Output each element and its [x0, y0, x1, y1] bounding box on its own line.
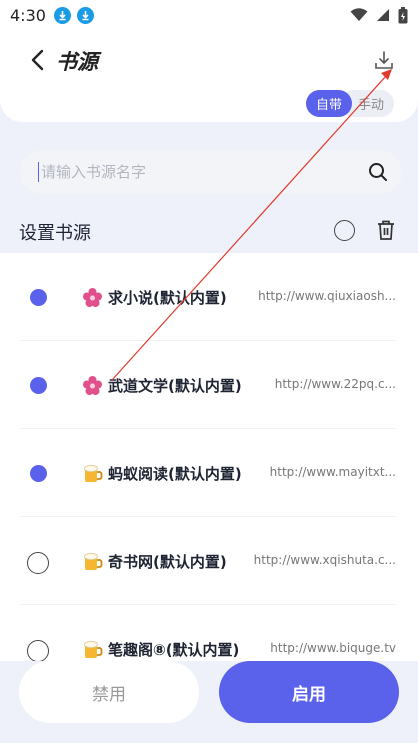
source-name: 笔趣阁⑧(默认内置) [108, 641, 240, 659]
disable-button[interactable]: 禁用 [19, 661, 199, 723]
battery-icon [398, 6, 408, 23]
bottom-action-bar: 禁用 启用 [0, 661, 418, 743]
flower-icon [83, 288, 102, 307]
search-input[interactable] [41, 163, 368, 181]
tab-builtin[interactable]: 自带 [306, 90, 353, 117]
beer-mug-icon [84, 640, 103, 658]
flower-icon [83, 376, 102, 395]
enable-button[interactable]: 启用 [219, 661, 399, 723]
list-item[interactable]: 奇书网(默认内置) http://www.xqishuta.c... [20, 517, 396, 605]
source-name: 蚂蚁阅读(默认内置) [108, 465, 242, 483]
signal-icon [377, 9, 389, 21]
source-url: http://www.22pq.c... [274, 377, 396, 391]
wifi-icon [350, 8, 368, 21]
source-url: http://www.biquge.tv [270, 641, 396, 655]
text-caret [38, 162, 39, 182]
trash-icon[interactable] [376, 219, 396, 241]
select-all-radio[interactable] [334, 220, 355, 241]
back-arrow-icon[interactable] [28, 48, 48, 72]
selection-radio[interactable] [27, 640, 49, 661]
source-url: http://www.xqishuta.c... [253, 553, 396, 567]
selection-radio[interactable] [30, 465, 47, 482]
search-icon[interactable] [368, 162, 388, 182]
status-time: 4:30 [10, 5, 46, 25]
search-bar [20, 150, 402, 194]
source-list: 求小说(默认内置) http://www.qiuxiaosh... 武道文学(默… [0, 253, 418, 661]
download-icon[interactable] [373, 50, 395, 72]
beer-mug-icon [84, 464, 103, 482]
selection-radio[interactable] [27, 552, 49, 574]
list-item[interactable]: 笔趣阁⑧(默认内置) http://www.biquge.tv [20, 605, 396, 661]
page-title: 书源 [56, 50, 98, 74]
source-name: 求小说(默认内置) [108, 289, 227, 307]
source-url: http://www.mayitxt... [269, 465, 396, 479]
list-item[interactable]: 求小说(默认内置) http://www.qiuxiaosh... [20, 253, 396, 341]
download-notification-icon [53, 6, 71, 24]
beer-mug-icon [84, 552, 103, 570]
selection-radio[interactable] [30, 377, 47, 394]
list-item[interactable]: 武道文学(默认内置) http://www.22pq.c... [20, 341, 396, 429]
download-notification-icon [76, 6, 94, 24]
status-bar: 4:30 [0, 0, 418, 30]
selection-radio[interactable] [30, 289, 47, 306]
source-url: http://www.qiuxiaosh... [258, 289, 396, 303]
source-name: 奇书网(默认内置) [108, 553, 227, 571]
list-item[interactable]: 蚂蚁阅读(默认内置) http://www.mayitxt... [20, 429, 396, 517]
source-name: 武道文学(默认内置) [108, 377, 242, 395]
source-type-switch: 自带 手动 [306, 90, 395, 117]
header: 书源 自带 手动 [0, 30, 418, 122]
section-title: 设置书源 [19, 223, 91, 244]
